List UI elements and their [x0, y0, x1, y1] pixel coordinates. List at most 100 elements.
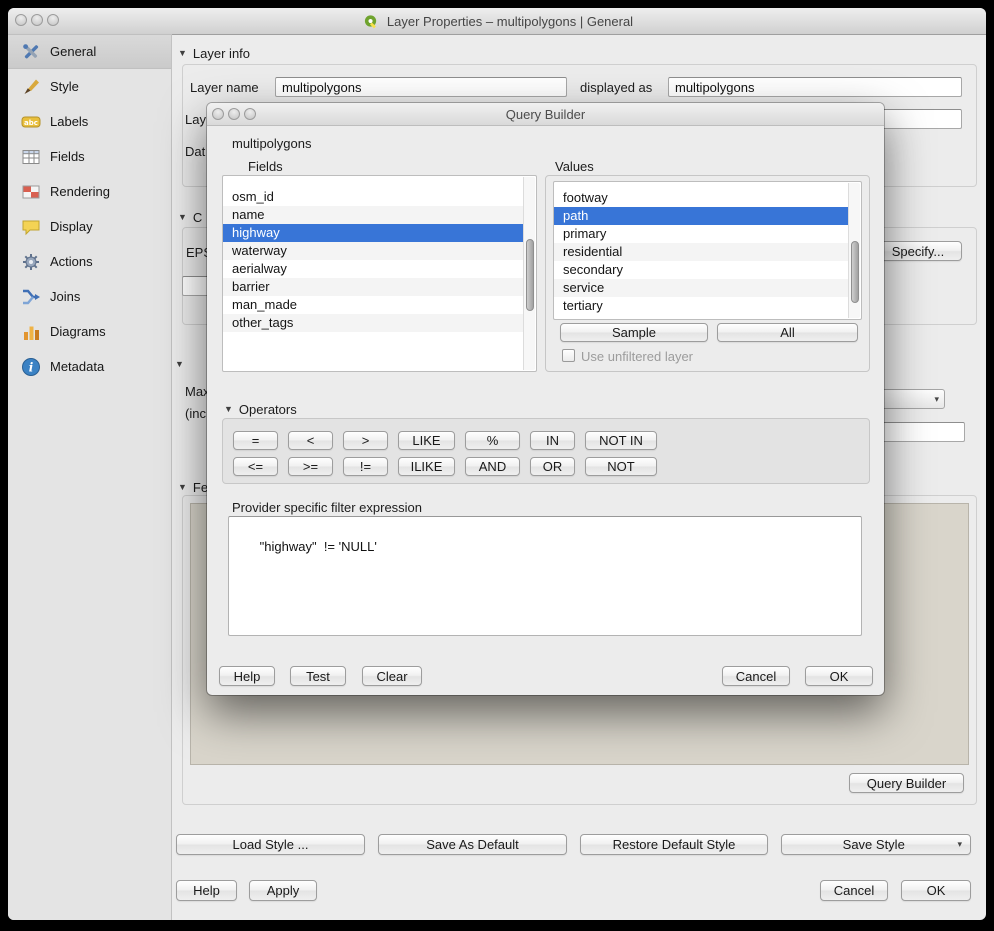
dialog-cancel-button[interactable]: Cancel — [722, 666, 790, 686]
list-item-other-tags[interactable]: other_tags — [223, 314, 523, 332]
operator-like-button[interactable]: LIKE — [398, 431, 455, 450]
fields-label: Fields — [248, 159, 283, 174]
operators-section-title: Operators — [239, 402, 297, 417]
sidebar-item-diagrams[interactable]: Diagrams — [8, 314, 171, 349]
operator-in-button[interactable]: IN — [530, 431, 575, 450]
operator-lt-button[interactable]: < — [288, 431, 333, 450]
sidebar-item-label: Rendering — [50, 184, 110, 199]
scrollbar-thumb[interactable] — [526, 239, 534, 311]
dialog-test-button[interactable]: Test — [290, 666, 346, 686]
all-button[interactable]: All — [717, 323, 858, 342]
crs-section-title-partial: C — [193, 210, 202, 225]
list-item-highway-selected[interactable]: highway — [223, 224, 523, 242]
inclusive-label-partial: (inc — [185, 406, 206, 421]
load-style-button[interactable]: Load Style ... — [176, 834, 365, 855]
sidebar-item-label: Diagrams — [50, 324, 106, 339]
displayed-as-label: displayed as — [580, 80, 652, 95]
list-item-primary[interactable]: primary — [554, 225, 848, 243]
query-builder-button[interactable]: Query Builder — [849, 773, 964, 793]
join-arrows-icon — [21, 287, 41, 307]
window-title: Layer Properties – multipolygons | Gener… — [8, 8, 986, 34]
checker-icon — [21, 182, 41, 202]
wrench-hammer-icon — [21, 42, 41, 62]
operator-lte-button[interactable]: <= — [233, 457, 278, 476]
layer-info-section-header[interactable]: ▼ Layer info — [178, 46, 250, 61]
window-title-text: Layer Properties – multipolygons | Gener… — [387, 14, 633, 29]
qgis-logo-icon — [361, 14, 381, 29]
layer-info-section-title: Layer info — [193, 46, 250, 61]
list-item-secondary[interactable]: secondary — [554, 261, 848, 279]
list-item-man-made[interactable]: man_made — [223, 296, 523, 314]
sidebar-item-label: Display — [50, 219, 93, 234]
sidebar-item-display[interactable]: Display — [8, 209, 171, 244]
filter-expression-text: "highway" != 'NULL' — [260, 539, 377, 554]
operator-percent-button[interactable]: % — [465, 431, 520, 450]
operators-groupbox: = < > LIKE % IN NOT IN <= >= != ILIKE AN… — [222, 418, 870, 484]
svg-text:i: i — [29, 360, 34, 374]
list-item-tertiary[interactable]: tertiary — [554, 297, 848, 315]
screenshot-root: { "window": { "title": "Layer Properties… — [0, 0, 994, 931]
operator-ilike-button[interactable]: ILIKE — [398, 457, 455, 476]
sidebar-item-general[interactable]: General — [8, 34, 171, 69]
save-style-button[interactable]: Save Style ▾ — [781, 834, 971, 855]
scale-section-header[interactable]: ▼ — [175, 360, 184, 369]
sidebar-item-joins[interactable]: Joins — [8, 279, 171, 314]
operator-equals-button[interactable]: = — [233, 431, 278, 450]
features-section-header[interactable]: ▼ Fe — [178, 480, 208, 495]
crs-section-header[interactable]: ▼ C — [178, 210, 202, 225]
list-item-service[interactable]: service — [554, 279, 848, 297]
list-item-path-selected[interactable]: path — [554, 207, 848, 225]
list-item-waterway[interactable]: waterway — [223, 242, 523, 260]
sidebar-item-label: Metadata — [50, 359, 104, 374]
use-unfiltered-layer-checkbox[interactable] — [562, 349, 575, 362]
operator-not-button[interactable]: NOT — [585, 457, 657, 476]
restore-default-style-button[interactable]: Restore Default Style — [580, 834, 768, 855]
list-item-barrier[interactable]: barrier — [223, 278, 523, 296]
list-item-residential[interactable]: residential — [554, 243, 848, 261]
operator-neq-button[interactable]: != — [343, 457, 388, 476]
disclosure-triangle-icon: ▼ — [178, 49, 187, 58]
bar-chart-icon — [21, 322, 41, 342]
operator-or-button[interactable]: OR — [530, 457, 575, 476]
dialog-titlebar[interactable]: Query Builder — [207, 103, 884, 126]
sidebar-item-fields[interactable]: Fields — [8, 139, 171, 174]
save-as-default-button[interactable]: Save As Default — [378, 834, 567, 855]
dialog-ok-button[interactable]: OK — [805, 666, 873, 686]
cancel-button[interactable]: Cancel — [820, 880, 888, 901]
operator-not-in-button[interactable]: NOT IN — [585, 431, 657, 450]
window-titlebar[interactable]: Layer Properties – multipolygons | Gener… — [8, 8, 986, 35]
fields-listbox: osm_id name highway waterway aerialway b… — [222, 175, 537, 372]
abc-label-icon: abc — [21, 112, 41, 132]
operators-section-header[interactable]: ▼ Operators — [224, 402, 297, 417]
sidebar-item-rendering[interactable]: Rendering — [8, 174, 171, 209]
filter-expression-textarea[interactable]: "highway" != 'NULL' — [228, 516, 862, 636]
dialog-clear-button[interactable]: Clear — [362, 666, 422, 686]
sidebar-item-style[interactable]: Style — [8, 69, 171, 104]
encoding-label-partial: Dat — [185, 144, 205, 159]
chevron-down-icon: ▾ — [957, 839, 962, 850]
operator-gte-button[interactable]: >= — [288, 457, 333, 476]
sidebar-item-metadata[interactable]: i Metadata — [8, 349, 171, 384]
sidebar-item-labels[interactable]: abc Labels — [8, 104, 171, 139]
list-item-name[interactable]: name — [223, 206, 523, 224]
fields-scrollbar[interactable] — [523, 177, 535, 370]
displayed-as-input[interactable] — [668, 77, 962, 97]
scrollbar-thumb[interactable] — [851, 241, 859, 303]
sidebar-item-actions[interactable]: Actions — [8, 244, 171, 279]
values-listbox: footway path primary residential seconda… — [553, 181, 862, 320]
table-icon — [21, 147, 41, 167]
list-item-osm-id[interactable]: osm_id — [223, 188, 523, 206]
layer-name-input[interactable] — [275, 77, 567, 97]
operator-and-button[interactable]: AND — [465, 457, 520, 476]
values-scrollbar[interactable] — [848, 183, 860, 318]
ok-button[interactable]: OK — [901, 880, 971, 901]
dialog-help-button[interactable]: Help — [219, 666, 275, 686]
list-item-aerialway[interactable]: aerialway — [223, 260, 523, 278]
apply-button[interactable]: Apply — [249, 880, 317, 901]
list-item-footway[interactable]: footway — [554, 189, 848, 207]
sample-button[interactable]: Sample — [560, 323, 708, 342]
svg-text:abc: abc — [24, 118, 38, 126]
specify-crs-button[interactable]: Specify... — [874, 241, 962, 261]
operator-gt-button[interactable]: > — [343, 431, 388, 450]
help-button[interactable]: Help — [176, 880, 237, 901]
